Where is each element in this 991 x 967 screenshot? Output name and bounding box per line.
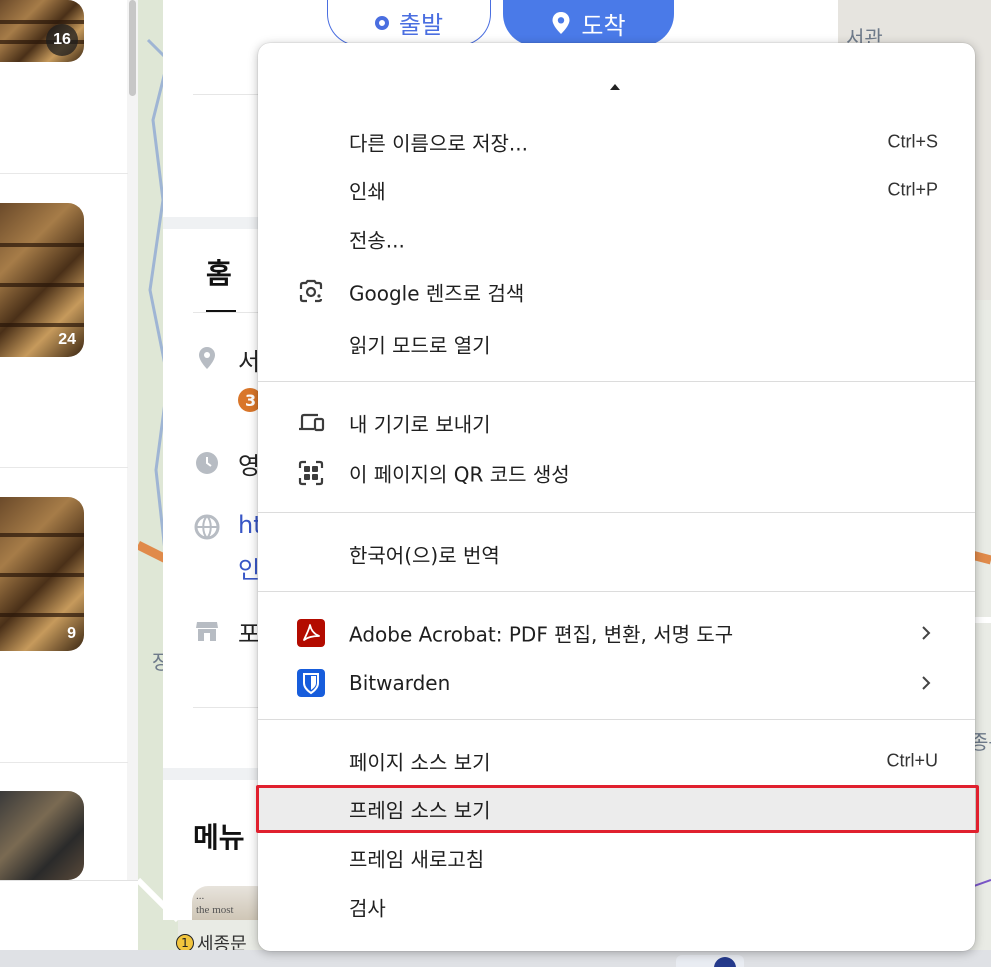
menu-item-label: 내 기기로 보내기 (349, 412, 491, 437)
menu-item-shortcut: Ctrl+U (886, 750, 938, 771)
menu-separator (258, 719, 975, 720)
menu-separator (258, 512, 975, 513)
result-photo[interactable]: 9 (0, 497, 84, 651)
menu-item-view-frame-source[interactable]: 프레임 소스 보기 (258, 786, 975, 832)
menu-item-label: 인쇄 (349, 179, 386, 204)
clock-icon (196, 452, 218, 474)
devices-icon (297, 409, 325, 437)
menu-item-label: 이 페이지의 QR 코드 생성 (349, 462, 570, 487)
results-footer (0, 880, 138, 950)
results-scrollbar[interactable] (127, 0, 138, 880)
store-icon (196, 622, 218, 641)
menu-item-inspect[interactable]: 검사 (258, 884, 975, 930)
globe-icon (194, 514, 220, 540)
photo-count: 9 (67, 625, 76, 642)
menu-item-label: 검사 (349, 896, 386, 921)
menu-item-label: 읽기 모드로 열기 (349, 333, 491, 358)
menu-item-label: 전송... (349, 228, 405, 253)
search-results-list (0, 0, 128, 880)
result-photo[interactable]: 16 (0, 0, 84, 62)
bitwarden-icon (297, 669, 325, 697)
menu-item-label: Google 렌즈로 검색 (349, 281, 525, 306)
menu-item-view-page-source[interactable]: 페이지 소스 보기 Ctrl+U (258, 738, 975, 784)
website-link[interactable]: ht (238, 511, 260, 539)
location-pin-icon (199, 347, 215, 369)
menu-item-label: 프레임 새로고침 (349, 847, 485, 872)
menu-item-cast[interactable]: 전송... (258, 216, 975, 262)
hours-text[interactable]: 영 (238, 446, 260, 481)
menu-separator (258, 381, 975, 382)
menu-section-heading: 메뉴 (193, 821, 245, 854)
lens-icon (297, 278, 325, 306)
destination-direction-button[interactable]: 도착 (503, 0, 674, 46)
menu-item-adobe-acrobat[interactable]: Adobe Acrobat: PDF 편집, 변환, 서명 도구 (258, 610, 975, 656)
menu-item-label: 페이지 소스 보기 (349, 750, 491, 775)
result-photo[interactable]: 24 (0, 203, 84, 357)
instagram-link[interactable]: 인 (238, 550, 260, 585)
menu-item-google-lens[interactable]: Google 렌즈로 검색 (258, 269, 975, 315)
menu-item-label: 다른 이름으로 저장... (349, 131, 528, 156)
store-info-text[interactable]: 포 (238, 614, 260, 649)
profile-avatar[interactable] (676, 955, 744, 967)
chevron-right-icon (922, 676, 931, 690)
tab-home[interactable]: 홈 (206, 252, 232, 292)
menu-separator (258, 591, 975, 592)
divider (0, 467, 128, 468)
divider (0, 762, 128, 763)
address-text[interactable]: 서 (238, 342, 260, 377)
menu-item-reading-mode[interactable]: 읽기 모드로 열기 (258, 321, 975, 367)
origin-dot-icon (374, 15, 389, 30)
menu-item-send-to-device[interactable]: 내 기기로 보내기 (258, 400, 975, 446)
scroll-up-arrow-icon[interactable] (610, 84, 620, 90)
menu-item-label: 프레임 소스 보기 (349, 798, 491, 823)
menu-item-translate[interactable]: 한국어(으)로 번역 (258, 531, 975, 577)
start-direction-button[interactable]: 출발 (327, 0, 491, 46)
destination-label: 도착 (581, 11, 626, 40)
menu-item-bitwarden[interactable]: Bitwarden (258, 660, 975, 706)
menu-item-reload-frame[interactable]: 프레임 새로고침 (258, 835, 975, 881)
photo-count: 24 (58, 331, 76, 348)
results-scrollbar-thumb[interactable] (129, 0, 136, 96)
menu-item-label: 한국어(으)로 번역 (349, 543, 500, 568)
browser-bottom-bar (0, 950, 991, 967)
menu-item-label: Adobe Acrobat: PDF 편집, 변환, 서명 도구 (349, 622, 734, 647)
photo-count: 16 (46, 24, 78, 56)
menu-item-qr-code[interactable]: 이 페이지의 QR 코드 생성 (258, 450, 975, 496)
result-photo[interactable] (0, 791, 84, 880)
acrobat-icon (297, 619, 325, 647)
menu-item-shortcut: Ctrl+S (887, 131, 938, 152)
menu-item-shortcut: Ctrl+P (887, 179, 938, 200)
divider (0, 173, 128, 174)
menu-item-print[interactable]: 인쇄 Ctrl+P (258, 167, 975, 213)
qr-code-icon (297, 459, 325, 487)
start-label: 출발 (398, 11, 444, 39)
menu-item-label: Bitwarden (349, 671, 451, 695)
location-pin-icon (552, 12, 570, 34)
menu-item-save-as[interactable]: 다른 이름으로 저장... Ctrl+S (258, 119, 975, 165)
context-menu: 다른 이름으로 저장... Ctrl+S 인쇄 Ctrl+P 전송... Goo… (258, 43, 975, 951)
chevron-right-icon (922, 626, 931, 640)
